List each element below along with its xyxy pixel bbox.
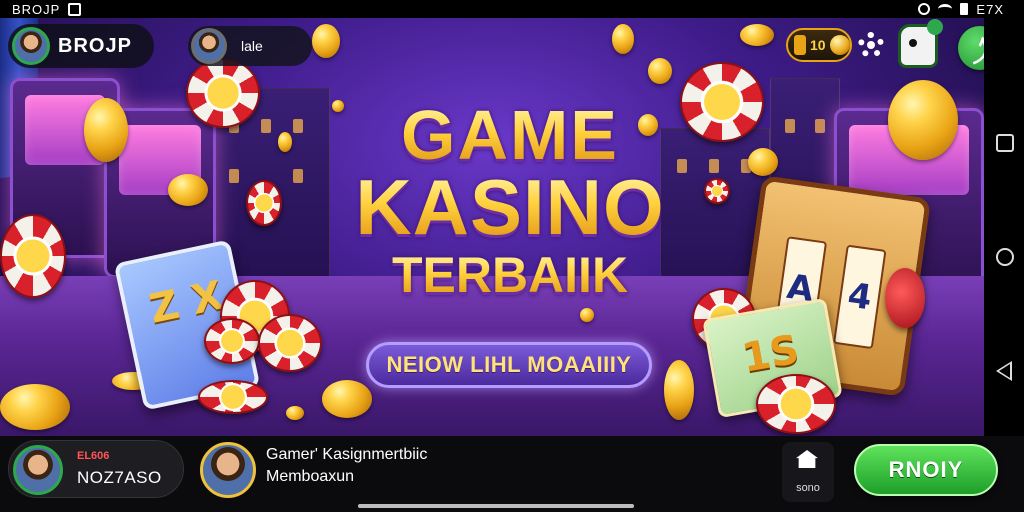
coin-icon [829,35,850,55]
poker-chip [204,318,260,364]
gold-coin [612,24,634,54]
gold-coin [0,384,70,430]
user-label: lale [241,38,263,54]
brand-badge[interactable]: BROJP [8,24,154,68]
title-line-2: KASINO [330,168,690,246]
game-banner: Z X A 4 1S GAME KASINO TERBAIIK NEIOW LI… [0,18,984,436]
gold-coin [278,132,292,152]
status-bar: BROJP E7X [0,0,1024,18]
poker-chip [680,62,764,142]
banner-title: GAME KASINO TERBAIIK [330,100,690,300]
gear-icon[interactable] [858,32,884,58]
wallet-icon [794,35,806,55]
image-icon [68,2,82,16]
user-badge[interactable]: lale [188,26,312,66]
reel-symbol-2: 4 [845,275,875,319]
avatar [13,445,63,495]
avatar[interactable] [200,442,256,498]
home-indicator[interactable] [358,504,634,508]
gold-coin [84,98,128,162]
gold-coin [664,360,694,420]
location-icon [918,3,931,15]
gold-coin [888,80,958,160]
gold-coin [312,24,340,58]
poker-chip [704,178,730,204]
status-left-text: BROJP [12,1,61,17]
gold-coin [740,24,774,46]
poker-chip [246,180,282,226]
gold-coin [322,380,372,418]
brand-label: BROJP [58,34,132,57]
title-line-1: GAME [330,100,690,170]
gold-coin [580,308,594,322]
title-line-3: TERBAIIK [330,250,690,300]
house-icon [796,450,818,468]
battery-icon [960,3,969,15]
gold-coin [286,406,304,420]
back-button[interactable] [996,361,1012,381]
recent-apps-button[interactable] [996,134,1014,152]
bottom-bar: EL606 NOZ7ASO Gamer' Kasignmertbiic Memb… [0,436,1024,512]
coin-balance[interactable]: 10 [786,28,852,62]
home-label: sono [796,482,820,494]
gold-coin [648,58,672,84]
player-tag: EL606 [77,450,110,462]
poker-chip [0,214,66,298]
poker-chip [198,380,268,414]
play-button[interactable]: RNOIY [854,444,998,496]
status-right-text: E7X [976,1,1004,17]
poker-chip [186,58,260,128]
slot-lever [885,268,925,328]
gold-coin [168,174,208,206]
system-nav-bar [984,18,1024,436]
game-title: Gamer' Kasignmertbiic [266,446,428,463]
player-card[interactable]: EL606 NOZ7ASO [8,440,184,498]
poker-chip [756,374,836,434]
avatar [12,27,50,65]
gold-coin [748,148,778,176]
player-code: NOZ7ASO [77,468,162,487]
avatar [191,28,227,64]
poker-chip [258,314,322,372]
game-subtitle: Memboaxun [266,468,355,485]
promo-button[interactable]: NEIOW LIHL MOAAIIIY [366,342,652,388]
wifi-icon [938,4,953,14]
home-button[interactable] [996,248,1014,266]
home-shortcut-button[interactable]: sono [782,442,834,502]
coin-value: 10 [810,37,826,53]
mascot-icon[interactable] [898,19,943,68]
